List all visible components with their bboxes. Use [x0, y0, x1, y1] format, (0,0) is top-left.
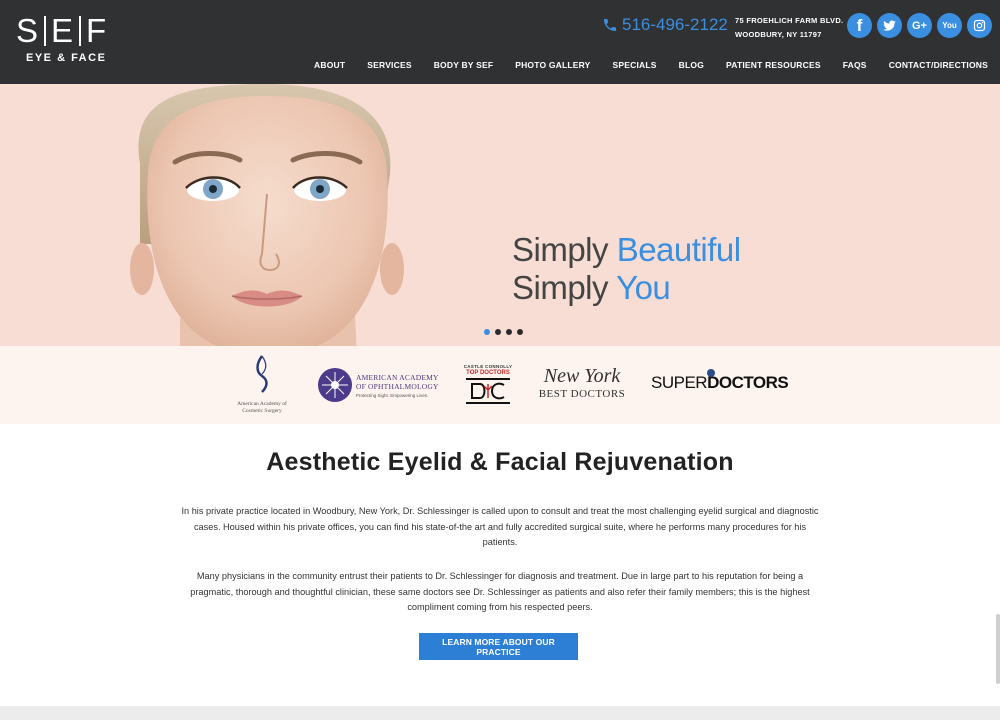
section-heading: Aesthetic Eyelid & Facial Rejuvenation — [266, 448, 734, 476]
nav-body-by-sef[interactable]: BODY BY SEF — [423, 60, 505, 70]
slider-dot-2[interactable] — [495, 329, 501, 335]
hero-slider: Simply Beautiful Simply You — [0, 84, 1000, 346]
address-block: 75 FROEHLICH FARM BLVD. WOODBURY, NY 117… — [735, 14, 843, 42]
google-plus-icon[interactable]: G+ — [907, 13, 932, 38]
phone-link[interactable]: 516-496-2122 — [602, 14, 728, 36]
site-header: S E F EYE & FACE 516-496-2122 75 FROEHLI… — [0, 0, 1000, 84]
nav-specials[interactable]: SPECIALS — [602, 60, 668, 70]
youtube-icon[interactable]: You — [937, 13, 962, 38]
nav-contact-directions[interactable]: CONTACT/DIRECTIONS — [878, 60, 988, 70]
nav-patient-resources[interactable]: PATIENT RESOURCES — [715, 60, 832, 70]
logo-wordmark: S E F — [16, 12, 108, 49]
phone-icon — [604, 19, 616, 31]
super-doctors-logo: SUPERDOCTORS — [651, 369, 789, 392]
social-links: f G+ You — [847, 13, 992, 38]
aacs-logo: American Academy of Cosmetic Surgery — [228, 354, 296, 418]
slider-dot-1[interactable] — [484, 329, 490, 335]
slider-dot-4[interactable] — [517, 329, 523, 335]
nav-photo-gallery[interactable]: PHOTO GALLERY — [504, 60, 601, 70]
address-line-1: 75 FROEHLICH FARM BLVD. — [735, 16, 844, 25]
nav-services[interactable]: SERVICES — [356, 60, 422, 70]
super-doctors-mark-icon — [707, 369, 715, 377]
sef-logo[interactable]: S E F EYE & FACE — [16, 14, 116, 64]
castle-connolly-emblem-icon — [466, 378, 510, 404]
intro-paragraph-1: In his private practice located in Woodb… — [181, 506, 819, 547]
page-scrollbar[interactable] — [996, 614, 1000, 684]
address-line-2: WOODBURY, NY 11797 — [735, 30, 822, 39]
main-nav: ABOUT SERVICES BODY BY SEF PHOTO GALLERY… — [303, 60, 988, 70]
facebook-icon[interactable]: f — [847, 13, 872, 38]
nav-faqs[interactable]: FAQS — [832, 60, 878, 70]
nav-about[interactable]: ABOUT — [303, 60, 356, 70]
twitter-icon[interactable] — [877, 13, 902, 38]
hero-face-image — [130, 84, 404, 346]
footer-strip — [0, 706, 1000, 720]
slider-dot-3[interactable] — [506, 329, 512, 335]
aao-logo: AMERICAN ACADEMY OF OPHTHALMOLOGY Protec… — [318, 368, 439, 402]
castle-connolly-logo: CASTLE CONNOLLY TOP DOCTORS — [463, 364, 513, 411]
tagline-line-2: Simply You — [512, 269, 671, 306]
intro-paragraph-2: Many physicians in the community entrust… — [190, 571, 810, 612]
aacs-emblem-icon — [256, 355, 268, 393]
about-section: Aesthetic Eyelid & Facial Rejuvenation I… — [0, 424, 1000, 706]
learn-more-button[interactable]: LEARN MORE ABOUT OUR PRACTICE — [419, 633, 578, 660]
nav-blog[interactable]: BLOG — [668, 60, 715, 70]
slider-dots — [484, 329, 523, 335]
accreditation-logos: American Academy of Cosmetic Surgery AME… — [0, 346, 1000, 424]
new-york-best-doctors-logo: New York BEST DOCTORS — [538, 365, 626, 400]
hero-tagline: Simply Beautiful Simply You — [512, 231, 741, 307]
instagram-icon[interactable] — [967, 13, 992, 38]
logo-subtitle: EYE & FACE — [26, 52, 107, 64]
phone-number: 516-496-2122 — [622, 15, 728, 34]
aao-starburst-icon — [318, 368, 352, 402]
tagline-line-1: Simply Beautiful — [512, 231, 741, 268]
